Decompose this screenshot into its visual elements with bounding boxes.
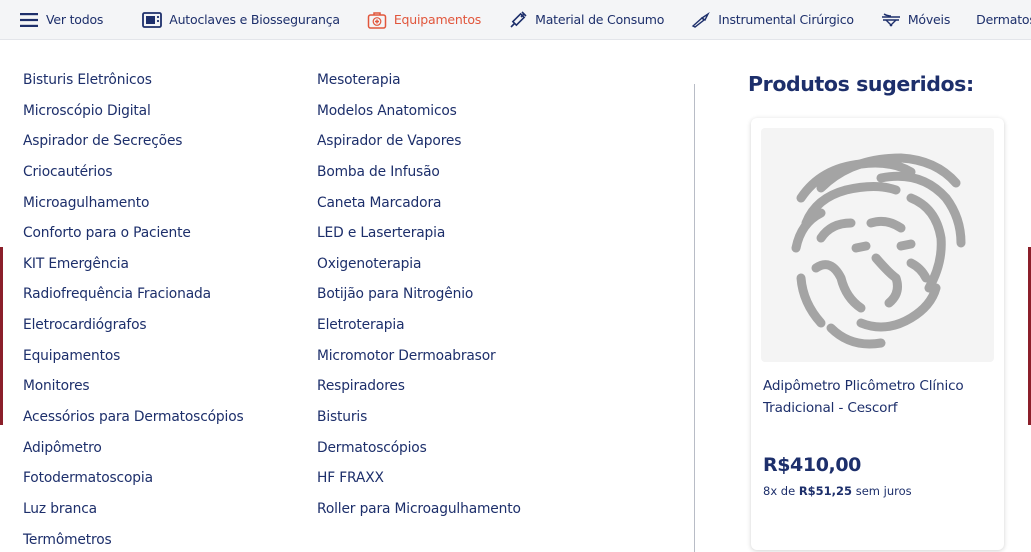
product-card[interactable]: Adipômetro Plicômetro Clínico Tradiciona…	[751, 118, 1004, 550]
subcategory-link[interactable]: Eletroterapia	[317, 314, 521, 345]
subcategory-link[interactable]: Mesoterapia	[317, 69, 521, 100]
nav-dermatoscopios-label: Dermatoscópios	[976, 12, 1031, 27]
subcategory-link[interactable]: Aspirador de Secreções	[23, 130, 244, 161]
subcategory-link[interactable]: Respiradores	[317, 375, 521, 406]
subcategory-link[interactable]: Aspirador de Vapores	[317, 130, 521, 161]
installment-value: R$51,25	[798, 484, 853, 498]
nav-moveis-label: Móveis	[907, 12, 951, 27]
nav-autoclaves[interactable]: Autoclaves e Biossegurança	[141, 0, 340, 39]
subcategory-link[interactable]: Micromotor Dermoabrasor	[317, 345, 521, 376]
subcategory-link[interactable]: Equipamentos	[23, 345, 244, 376]
subcategory-column-2: Mesoterapia Modelos Anatomicos Aspirador d…	[317, 69, 521, 529]
equipamentos-dropdown: Bisturis Eletrônicos Microscópio Digital A…	[3, 44, 1028, 552]
subcategory-link[interactable]: Dermatoscópios	[317, 437, 521, 468]
nav-instrumental-cirurgico-label: Instrumental Cirúrgico	[718, 12, 854, 27]
subcategory-link[interactable]: Microagulhamento	[23, 192, 244, 223]
product-name[interactable]: Adipômetro Plicômetro Clínico Tradiciona…	[763, 375, 993, 419]
nav-moveis[interactable]: Móveis	[880, 0, 951, 39]
subcategory-link[interactable]: HF FRAXX	[317, 467, 521, 498]
nav-dermatoscopios[interactable]: Dermatoscópios	[976, 0, 1031, 39]
subcategory-link[interactable]: Conforto para o Paciente	[23, 222, 244, 253]
subcategory-link[interactable]: Criocautérios	[23, 161, 244, 192]
stretcher-icon	[880, 9, 902, 31]
subcategory-link[interactable]: LED e Laserterapia	[317, 222, 521, 253]
nav-ver-todos-label: Ver todos	[46, 12, 104, 27]
lion-logo-placeholder	[791, 153, 966, 349]
syringe-icon	[507, 9, 529, 31]
nav-instrumental-cirurgico[interactable]: Instrumental Cirúrgico	[690, 0, 854, 39]
subcategory-link[interactable]: Roller para Microagulhamento	[317, 498, 521, 529]
subcategory-link[interactable]: Termômetros	[23, 529, 244, 552]
subcategory-column-1: Bisturis Eletrônicos Microscópio Digital A…	[23, 69, 244, 552]
column-divider	[694, 84, 695, 552]
subcategory-link[interactable]: Bisturis	[317, 406, 521, 437]
subcategory-link[interactable]: Modelos Anatomicos	[317, 100, 521, 131]
nav-equipamentos[interactable]: Equipamentos	[366, 0, 482, 39]
subcategory-link[interactable]: Botijão para Nitrogênio	[317, 283, 521, 314]
suggested-products-title: Produtos sugeridos:	[748, 72, 974, 96]
nav-autoclaves-label: Autoclaves e Biossegurança	[169, 12, 340, 27]
subcategory-link[interactable]: Oxigenoterapia	[317, 253, 521, 284]
subcategory-link[interactable]: Eletrocardiógrafos	[23, 314, 244, 345]
medkit-icon	[366, 9, 388, 31]
subcategory-link[interactable]: Bisturis Eletrônicos	[23, 69, 244, 100]
nav-equipamentos-label: Equipamentos	[393, 12, 482, 27]
subcategory-link[interactable]: Bomba de Infusão	[317, 161, 521, 192]
category-navbar: Ver todos Autoclaves e Biossegurança Equ…	[0, 0, 1031, 40]
autoclave-icon	[141, 9, 163, 31]
subcategory-link[interactable]: Monitores	[23, 375, 244, 406]
subcategory-link[interactable]: KIT Emergência	[23, 253, 244, 284]
hamburger-icon	[18, 9, 40, 31]
subcategory-link[interactable]: Radiofrequência Fracionada	[23, 283, 244, 314]
nav-material-consumo[interactable]: Material de Consumo	[507, 0, 665, 39]
subcategory-link[interactable]: Microscópio Digital	[23, 100, 244, 131]
subcategory-link[interactable]: Luz branca	[23, 498, 244, 529]
subcategory-link[interactable]: Acessórios para Dermatoscópios	[23, 406, 244, 437]
product-price: R$410,00	[763, 454, 861, 476]
product-installments: 8x de R$51,25 sem juros	[763, 484, 912, 498]
nav-material-consumo-label: Material de Consumo	[535, 12, 665, 27]
installments-prefix: 8x de	[763, 484, 796, 498]
subcategory-link[interactable]: Fotodermatoscopia	[23, 467, 244, 498]
subcategory-link[interactable]: Caneta Marcadora	[317, 192, 521, 223]
subcategory-link[interactable]: Adipômetro	[23, 437, 244, 468]
product-image[interactable]	[761, 128, 994, 362]
installments-suffix: sem juros	[855, 484, 912, 498]
nav-ver-todos[interactable]: Ver todos	[0, 0, 104, 39]
scalpel-icon	[690, 9, 712, 31]
